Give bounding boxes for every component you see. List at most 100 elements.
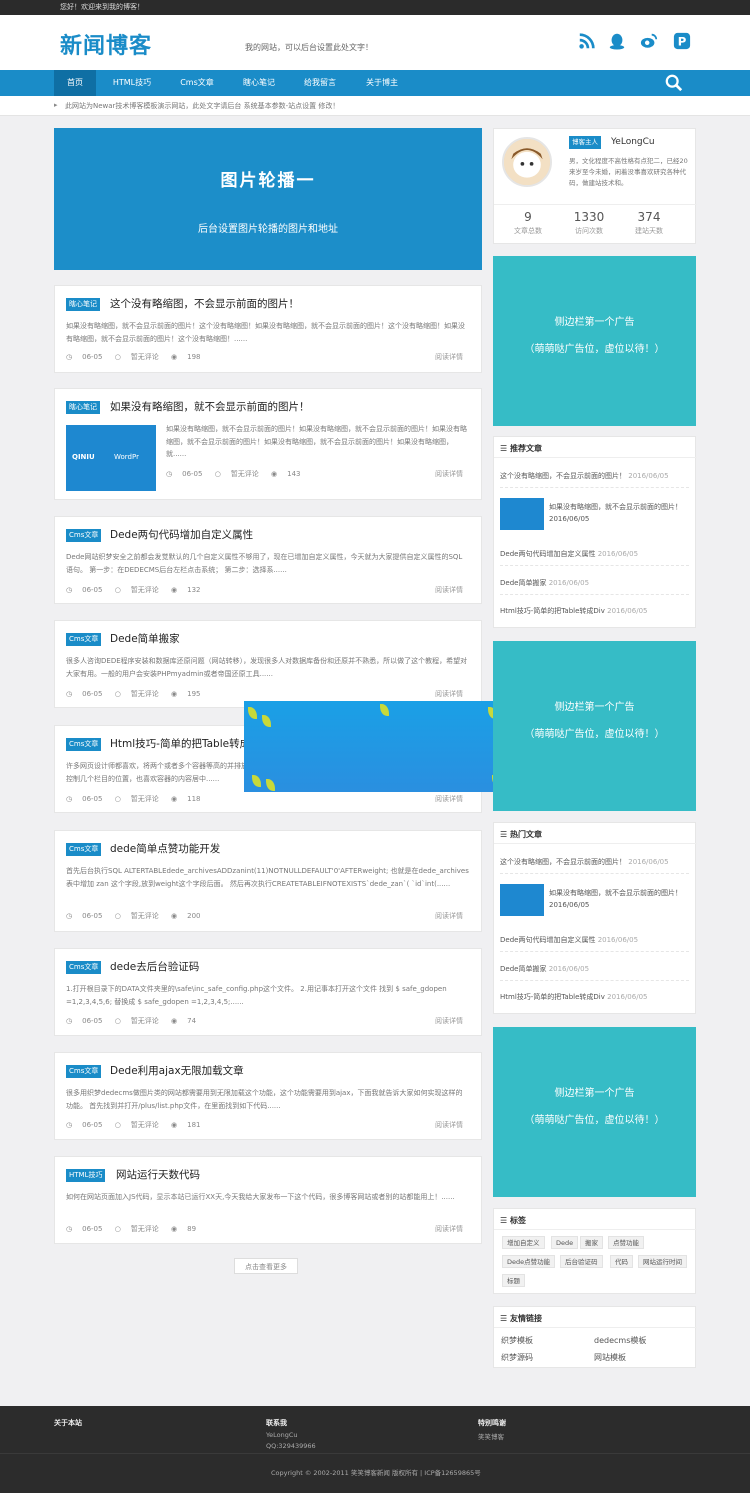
post-views: 89 — [187, 1225, 197, 1233]
footer-contact-qq: QQ:329439966 — [266, 1442, 316, 1450]
read-more-link[interactable]: 阅读详情 — [435, 1120, 463, 1130]
post-category[interactable]: Cms文章 — [66, 961, 102, 974]
post-comments[interactable]: 暂无评论 — [131, 912, 159, 920]
qq-icon[interactable] — [608, 32, 626, 50]
list-item[interactable]: Dede简单搬家 2016/06/05 — [500, 964, 689, 981]
post-title[interactable]: 这个没有略缩图，不会显示前面的图片！ — [110, 296, 299, 311]
read-more-link[interactable]: 阅读详情 — [435, 352, 463, 362]
post-category[interactable]: Cms文章 — [66, 1065, 102, 1078]
list-item-thumbnail[interactable] — [500, 884, 544, 916]
post-category[interactable]: Cms文章 — [66, 738, 102, 751]
leaf-decoration — [266, 779, 275, 791]
footer-thanks-link[interactable]: 笑笑博客 — [478, 1431, 504, 1441]
load-more-button[interactable]: 点击查看更多 — [234, 1258, 298, 1274]
search-icon[interactable] — [665, 74, 683, 92]
eye-icon: ◉ — [171, 912, 178, 920]
leaf-decoration — [262, 715, 271, 727]
footer-about-title: 关于本站 — [54, 1419, 82, 1427]
clock-icon: ◷ — [66, 1017, 73, 1025]
list-item-thumbnail[interactable] — [500, 498, 544, 530]
tag-chip[interactable]: 增加自定义 — [502, 1236, 545, 1249]
list-item[interactable]: Dede两句代码增加自定义属性 2016/06/05 — [500, 549, 689, 566]
read-more-link[interactable]: 阅读详情 — [435, 911, 463, 921]
sidebar-ad[interactable]: 侧边栏第一个广告 （萌萌哒广告位，虚位以待！） — [493, 1027, 696, 1197]
post-title[interactable]: Dede两句代码增加自定义属性 — [110, 527, 253, 542]
tag-chip[interactable]: 网站运行时间 — [638, 1255, 687, 1268]
tag-chip[interactable]: 标题 — [502, 1274, 525, 1287]
list-item[interactable]: Dede简单搬家 2016/06/05 — [500, 578, 689, 595]
list-item[interactable]: 这个没有略缩图，不会显示前面的图片！ 2016/06/05 — [500, 857, 689, 874]
sidebar-ad[interactable]: 侧边栏第一个广告 （萌萌哒广告位，虚位以待！） — [493, 641, 696, 811]
post-comments[interactable]: 暂无评论 — [131, 1017, 159, 1025]
tag-chip[interactable]: 点赞功能 — [608, 1236, 644, 1249]
post-category[interactable]: HTML技巧 — [66, 1169, 106, 1182]
post-comments[interactable]: 暂无评论 — [131, 586, 159, 594]
widget-title: ☰ 推荐文章 — [500, 444, 542, 453]
post-card: 瞎心笔记 如果没有略缩图，就不会显示前面的图片！ QINIU WordPr 如果… — [54, 388, 482, 500]
nav-item-guestbook[interactable]: 给我留言 — [294, 70, 346, 96]
friend-link[interactable]: 网站模板 — [594, 1352, 626, 1363]
read-more-link[interactable]: 阅读详情 — [435, 689, 463, 699]
friend-link[interactable]: dedecms模板 — [594, 1335, 646, 1346]
post-comments[interactable]: 暂无评论 — [131, 353, 159, 361]
widget-title: ☰ 友情链接 — [500, 1314, 542, 1323]
post-title[interactable]: 如果没有略缩图，就不会显示前面的图片！ — [110, 399, 310, 414]
post-comments[interactable]: 暂无评论 — [231, 470, 259, 478]
post-comments[interactable]: 暂无评论 — [131, 1121, 159, 1129]
read-more-link[interactable]: 阅读详情 — [435, 794, 463, 804]
post-views: 195 — [187, 690, 201, 698]
post-excerpt: 很多人咨询DEDE程序安装和数据库还原问题（网站转移），发现很多人对数据库备份和… — [66, 657, 468, 678]
post-category[interactable]: 瞎心笔记 — [66, 298, 100, 311]
rss-icon[interactable] — [578, 32, 596, 50]
read-more-link[interactable]: 阅读详情 — [435, 585, 463, 595]
sidebar-ad[interactable]: 侧边栏第一个广告 （萌萌哒广告位，虚位以待！） — [493, 256, 696, 426]
friend-link[interactable]: 织梦源码 — [501, 1352, 533, 1363]
site-logo[interactable]: 新闻博客 — [60, 28, 152, 60]
ad-line-1: 侧边栏第一个广告 — [554, 702, 635, 713]
list-item[interactable]: 这个没有略缩图，不会显示前面的图片！ 2016/06/05 — [500, 471, 689, 488]
comment-icon: ○ — [114, 586, 121, 594]
floating-popup-image[interactable] — [244, 701, 506, 792]
nav-item-cms[interactable]: Cms文章 — [172, 70, 222, 96]
carousel-subtitle: 后台设置图片轮播的图片和地址 — [198, 224, 338, 235]
nav-item-about[interactable]: 关于博主 — [356, 70, 408, 96]
friend-link[interactable]: 织梦模板 — [501, 1335, 533, 1346]
post-date: 06-05 — [82, 1121, 103, 1129]
list-item[interactable]: Html技巧-简单的把Table转成Div 2016/06/05 — [500, 606, 689, 622]
post-title[interactable]: dede简单点赞功能开发 — [110, 841, 220, 856]
post-title[interactable]: Dede利用ajax无限加载文章 — [110, 1063, 244, 1078]
tag-chip[interactable]: 代码 — [610, 1255, 633, 1268]
list-item[interactable]: 如果没有略缩图，就不会显示前面的图片！ 2016/06/05 — [549, 887, 689, 911]
nav-item-notes[interactable]: 瞎心笔记 — [234, 70, 284, 96]
list-item[interactable]: Dede两句代码增加自定义属性 2016/06/05 — [500, 935, 689, 952]
post-title[interactable]: dede去后台验证码 — [110, 959, 199, 974]
list-item[interactable]: 如果没有略缩图，就不会显示前面的图片！ 2016/06/05 — [549, 501, 689, 525]
post-title[interactable]: 网站运行天数代码 — [116, 1167, 200, 1182]
post-meta: ◷ 06-05 ○ 暂无评论 ◉ 198 — [66, 352, 211, 362]
post-comments[interactable]: 暂无评论 — [131, 1225, 159, 1233]
list-item[interactable]: Html技巧-简单的把Table转成Div 2016/06/05 — [500, 992, 689, 1008]
tag-chip[interactable]: 搬家 — [580, 1236, 603, 1249]
post-thumbnail[interactable]: QINIU WordPr — [66, 425, 156, 491]
tag-chip[interactable]: 后台验证码 — [560, 1255, 603, 1268]
avatar[interactable] — [502, 137, 552, 187]
post-category[interactable]: 瞎心笔记 — [66, 401, 100, 414]
weibo-icon[interactable] — [640, 32, 658, 50]
post-title[interactable]: Dede简单搬家 — [110, 631, 180, 646]
pinterest-icon[interactable]: P — [673, 32, 691, 50]
tag-chip[interactable]: Dede — [551, 1236, 579, 1249]
nav-item-home[interactable]: 首页 — [54, 70, 96, 96]
clock-icon: ◷ — [66, 1225, 73, 1233]
tag-chip[interactable]: Dede点赞功能 — [502, 1255, 556, 1268]
read-more-link[interactable]: 阅读详情 — [435, 1224, 463, 1234]
nav-item-html[interactable]: HTML技巧 — [104, 70, 160, 96]
read-more-link[interactable]: 阅读详情 — [435, 1016, 463, 1026]
image-carousel[interactable]: 图片轮播一 后台设置图片轮播的图片和地址 — [54, 128, 482, 270]
post-category[interactable]: Cms文章 — [66, 843, 102, 856]
post-comments[interactable]: 暂无评论 — [131, 690, 159, 698]
read-more-link[interactable]: 阅读详情 — [435, 469, 463, 479]
post-comments[interactable]: 暂无评论 — [131, 795, 159, 803]
post-category[interactable]: Cms文章 — [66, 529, 102, 542]
post-category[interactable]: Cms文章 — [66, 633, 102, 646]
post-date: 06-05 — [182, 470, 203, 478]
